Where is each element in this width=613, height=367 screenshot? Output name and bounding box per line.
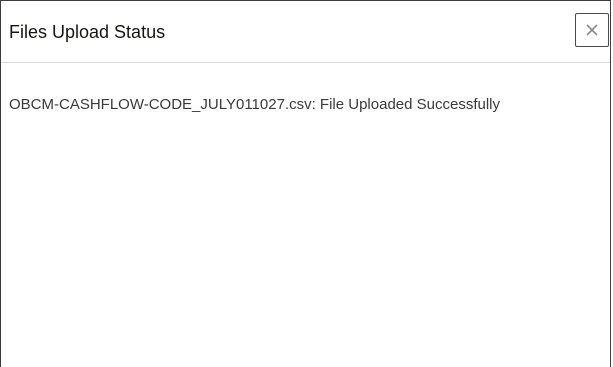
dialog-body: OBCM-CASHFLOW-CODE_JULY011027.csv: File …	[1, 63, 610, 367]
close-button[interactable]	[575, 13, 609, 47]
upload-status-message: OBCM-CASHFLOW-CODE_JULY011027.csv: File …	[9, 96, 501, 113]
dialog-title: Files Upload Status	[9, 22, 166, 42]
dialog-header: Files Upload Status	[1, 1, 610, 63]
close-icon	[586, 24, 598, 36]
files-upload-status-dialog: Files Upload Status OBCM-CASHFLOW-CODE_J…	[0, 0, 611, 367]
